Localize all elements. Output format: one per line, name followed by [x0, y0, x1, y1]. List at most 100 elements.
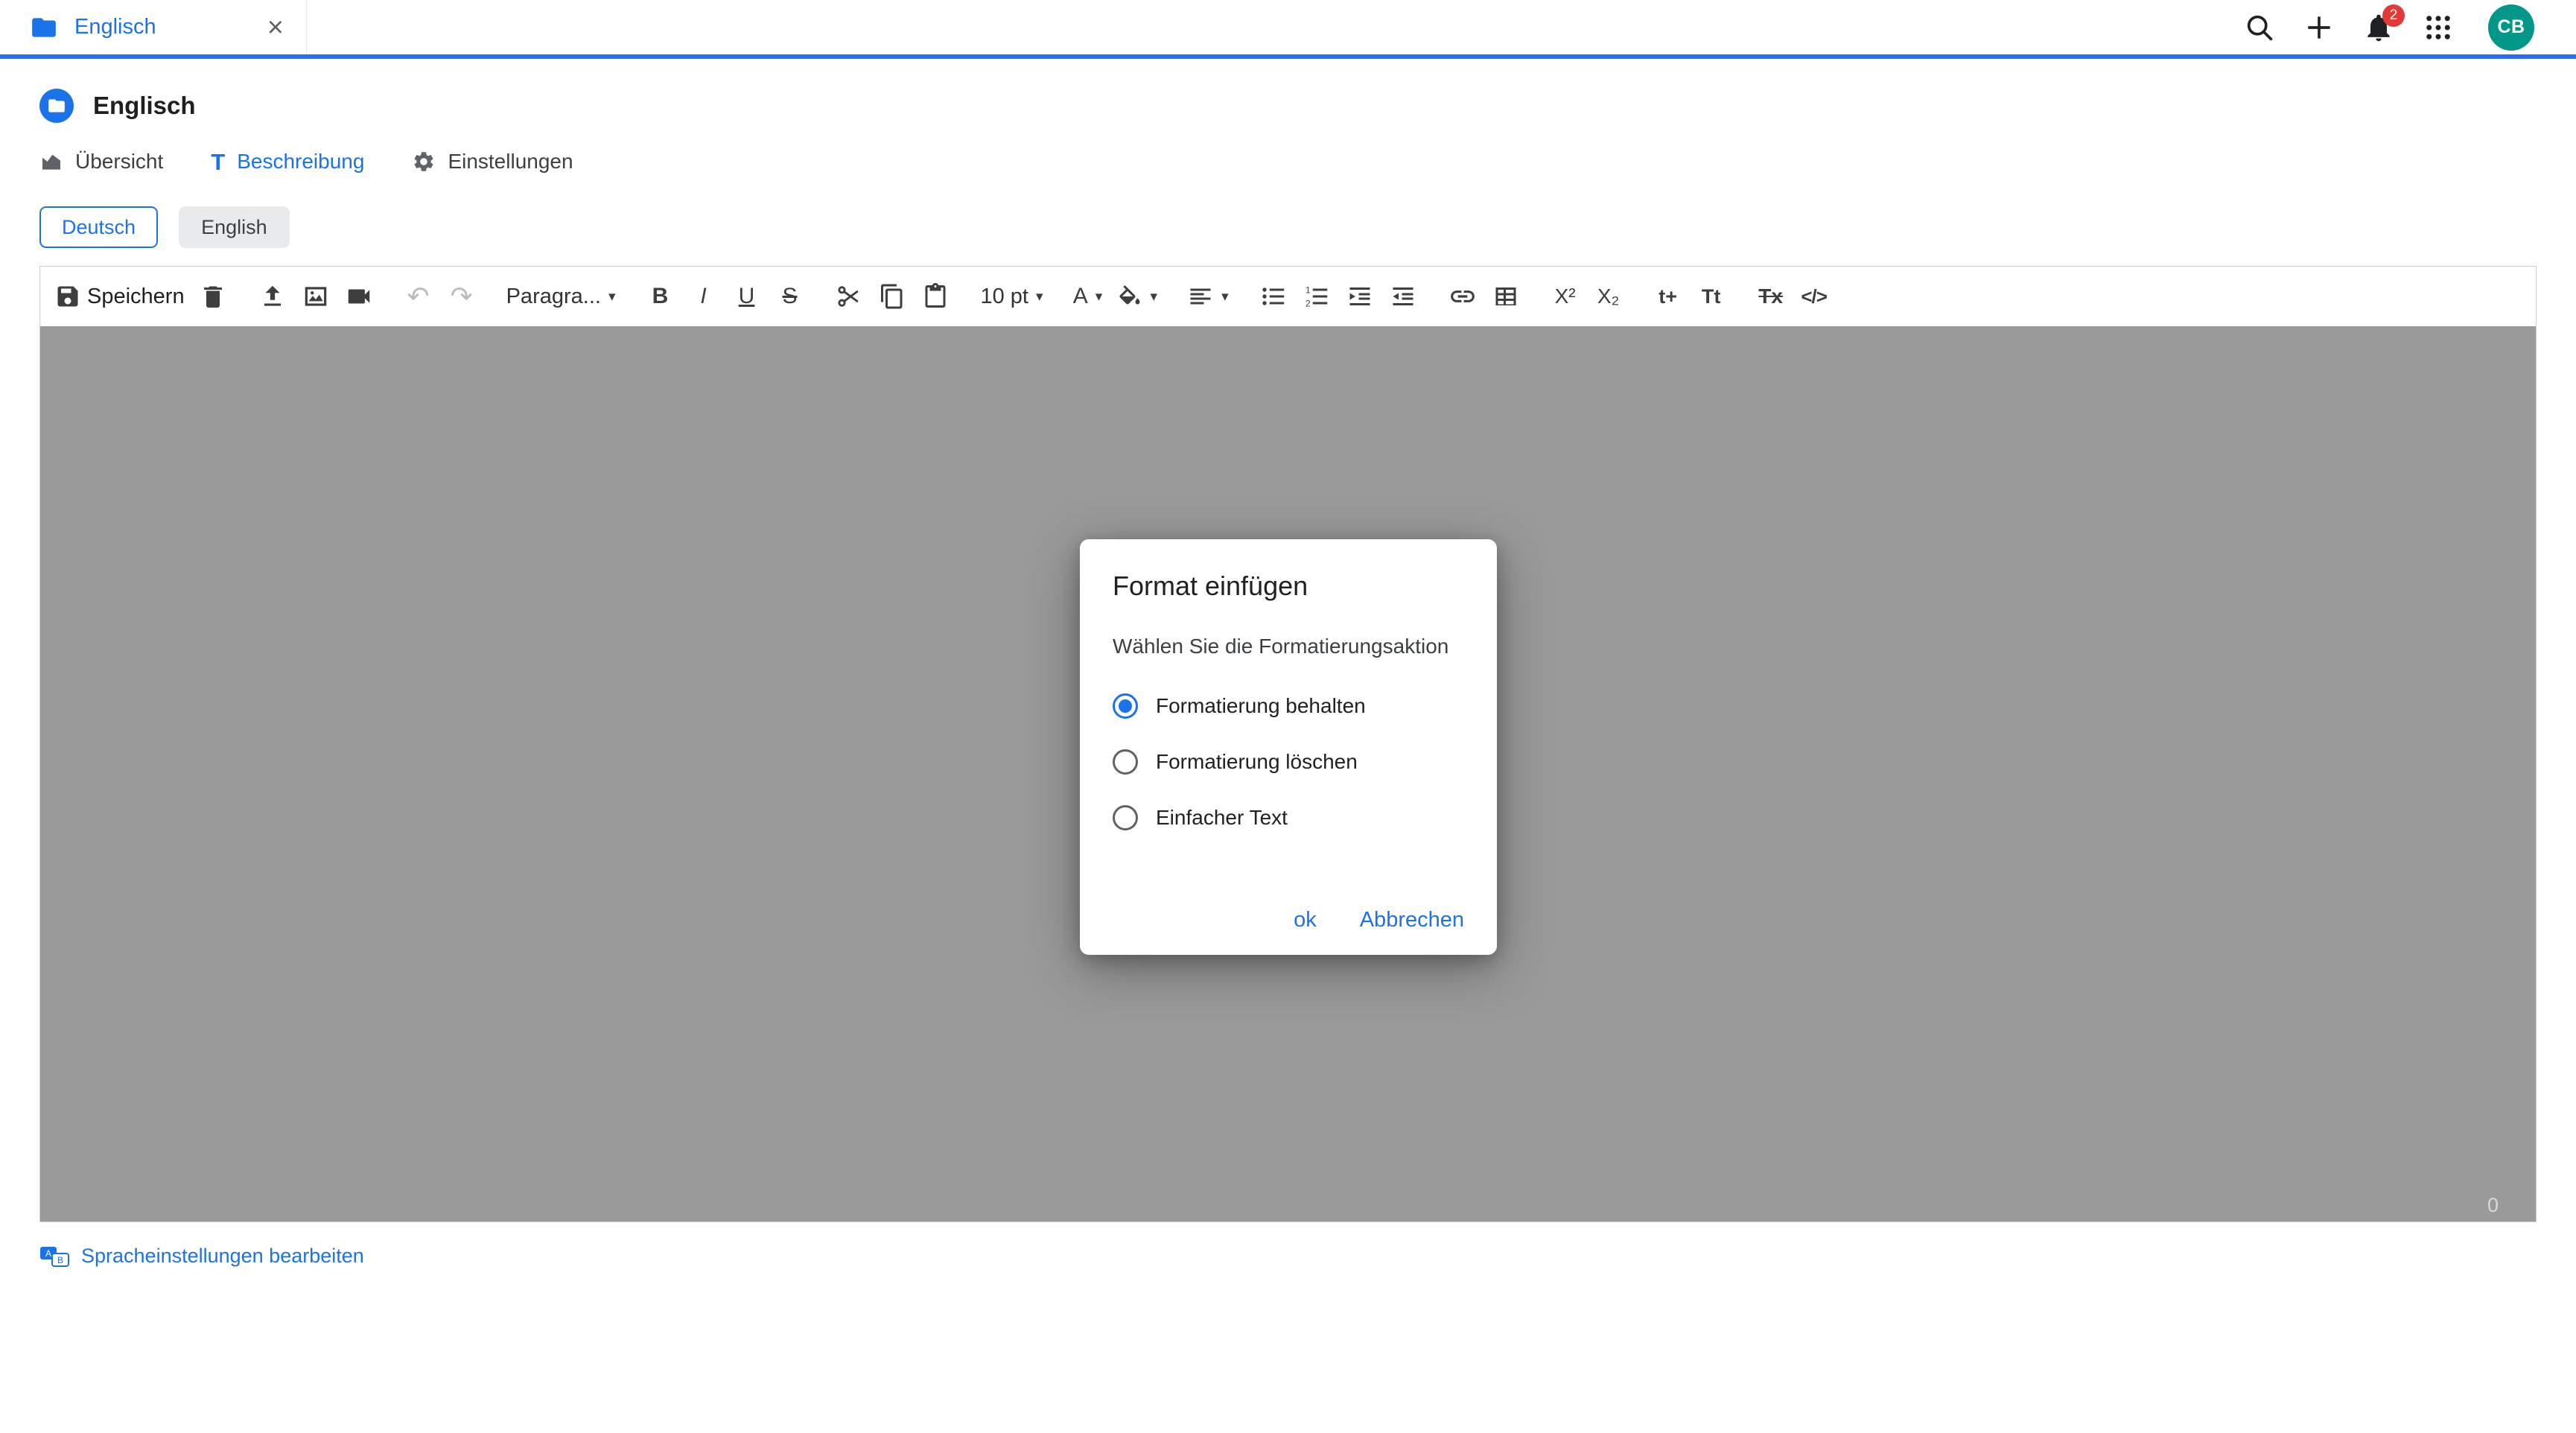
- format-dialog: Format einfügen Wählen Sie die Formatier…: [1080, 539, 1497, 955]
- text-color-icon: A: [1073, 284, 1088, 309]
- paint-bucket-icon: [1116, 283, 1143, 310]
- upload-button[interactable]: [251, 273, 294, 320]
- link-icon: [1448, 282, 1477, 311]
- copy-button[interactable]: [871, 273, 914, 320]
- course-folder-icon: [39, 89, 74, 123]
- save-button[interactable]: Speichern: [48, 273, 191, 320]
- character-count: 0: [2487, 1194, 2499, 1217]
- option-label: Formatierung löschen: [1156, 750, 1358, 774]
- language-button-english[interactable]: English: [179, 206, 290, 248]
- strikethrough-button[interactable]: S: [768, 273, 811, 320]
- svg-text:1: 1: [1306, 285, 1311, 296]
- tab-label: Einstellungen: [448, 150, 573, 174]
- dialog-actions: ok Abbrechen: [1294, 908, 1464, 932]
- chevron-down-icon: ▾: [1036, 288, 1043, 305]
- folder-icon: [30, 13, 58, 42]
- clear-format-button[interactable]: Tx: [1749, 273, 1793, 320]
- video-camera-icon: [345, 282, 373, 311]
- ok-button[interactable]: ok: [1294, 908, 1317, 932]
- clipboard-icon: [922, 283, 949, 310]
- tab-label: Übersicht: [75, 150, 163, 174]
- link-button[interactable]: [1441, 273, 1484, 320]
- language-button-deutsch[interactable]: Deutsch: [39, 206, 158, 248]
- image-icon: [302, 282, 330, 311]
- text-case-button[interactable]: Tt: [1690, 273, 1733, 320]
- cancel-button[interactable]: Abbrechen: [1360, 908, 1464, 932]
- avatar[interactable]: CB: [2488, 4, 2534, 51]
- numbered-list-button[interactable]: 12: [1295, 273, 1338, 320]
- trash-icon: [200, 283, 226, 310]
- language-settings-icon: AB: [39, 1245, 69, 1268]
- tab-label: Englisch: [74, 15, 251, 39]
- page-header: Englisch: [39, 89, 2537, 123]
- search-icon: [2243, 11, 2276, 44]
- undo-button[interactable]: ↶: [397, 273, 440, 320]
- page: Englisch × 2: [0, 0, 2576, 1433]
- svg-text:A: A: [45, 1248, 51, 1259]
- paste-button[interactable]: [914, 273, 957, 320]
- font-size-dropdown[interactable]: 10 pt ▾: [973, 273, 1049, 320]
- code-view-button[interactable]: </>: [1793, 273, 1836, 320]
- radio-button[interactable]: [1113, 805, 1138, 830]
- scissors-icon: [835, 282, 863, 311]
- outdent-button[interactable]: [1381, 273, 1425, 320]
- bold-button[interactable]: B: [638, 273, 681, 320]
- paragraph-style-dropdown[interactable]: Paragra... ▾: [500, 273, 623, 320]
- option-label: Einfacher Text: [1156, 806, 1288, 830]
- redo-button[interactable]: ↷: [440, 273, 483, 320]
- text-icon: T: [211, 150, 225, 174]
- tab-uebersicht[interactable]: Übersicht: [39, 150, 163, 174]
- page-title: Englisch: [93, 92, 196, 120]
- fill-color-dropdown[interactable]: ▾: [1110, 273, 1165, 320]
- table-button[interactable]: [1484, 273, 1527, 320]
- plus-icon: [2303, 11, 2335, 44]
- copy-icon: [879, 283, 906, 310]
- bullet-list-icon: [1260, 283, 1287, 310]
- align-left-icon: [1187, 283, 1214, 310]
- language-toggle: Deutsch English: [39, 206, 2537, 248]
- option-label: Formatierung behalten: [1156, 694, 1366, 718]
- tab-label: Beschreibung: [237, 150, 364, 174]
- option-formatierung-behalten[interactable]: Formatierung behalten: [1113, 678, 1464, 734]
- text-color-dropdown[interactable]: A ▾: [1066, 273, 1110, 320]
- apps-button[interactable]: [2418, 7, 2458, 48]
- save-icon: [54, 283, 81, 310]
- delete-button[interactable]: [191, 273, 235, 320]
- align-dropdown[interactable]: ▾: [1180, 273, 1235, 320]
- radio-button[interactable]: [1113, 693, 1138, 719]
- italic-button[interactable]: I: [681, 273, 725, 320]
- subscript-button[interactable]: X₂: [1587, 273, 1630, 320]
- footer: AB Spracheinstellungen bearbeiten: [39, 1245, 2537, 1268]
- section-tabs: Übersicht T Beschreibung Einstellungen: [39, 150, 2537, 174]
- indent-button[interactable]: [1338, 273, 1381, 320]
- gear-icon: [412, 150, 436, 174]
- indent-icon: [1346, 283, 1373, 310]
- language-settings-link[interactable]: Spracheinstellungen bearbeiten: [81, 1245, 364, 1268]
- table-icon: [1492, 283, 1519, 310]
- insert-video-button[interactable]: [337, 273, 381, 320]
- increase-text-button[interactable]: t+: [1647, 273, 1690, 320]
- apps-grid-icon: [2423, 12, 2454, 43]
- search-button[interactable]: [2239, 7, 2280, 48]
- radio-button[interactable]: [1113, 749, 1138, 775]
- topbar-accent-line: [0, 54, 2576, 59]
- underline-button[interactable]: U: [725, 273, 768, 320]
- close-icon[interactable]: ×: [267, 13, 284, 42]
- course-tab[interactable]: Englisch ×: [0, 0, 307, 54]
- bullet-list-button[interactable]: [1252, 273, 1295, 320]
- chevron-down-icon: ▾: [608, 288, 616, 305]
- cut-button[interactable]: [827, 273, 871, 320]
- option-einfacher-text[interactable]: Einfacher Text: [1113, 789, 1464, 845]
- superscript-button[interactable]: X²: [1544, 273, 1587, 320]
- option-formatierung-loeschen[interactable]: Formatierung löschen: [1113, 734, 1464, 789]
- outdent-icon: [1390, 283, 1416, 310]
- insert-image-button[interactable]: [294, 273, 337, 320]
- notifications-button[interactable]: 2: [2359, 7, 2399, 48]
- tab-einstellungen[interactable]: Einstellungen: [412, 150, 573, 174]
- add-button[interactable]: [2299, 7, 2339, 48]
- chevron-down-icon: ▾: [1221, 288, 1229, 305]
- editor-toolbar: Speichern: [40, 267, 2536, 326]
- numbered-list-icon: 12: [1303, 283, 1330, 310]
- tab-beschreibung[interactable]: T Beschreibung: [211, 150, 364, 174]
- notification-badge: 2: [2382, 4, 2405, 27]
